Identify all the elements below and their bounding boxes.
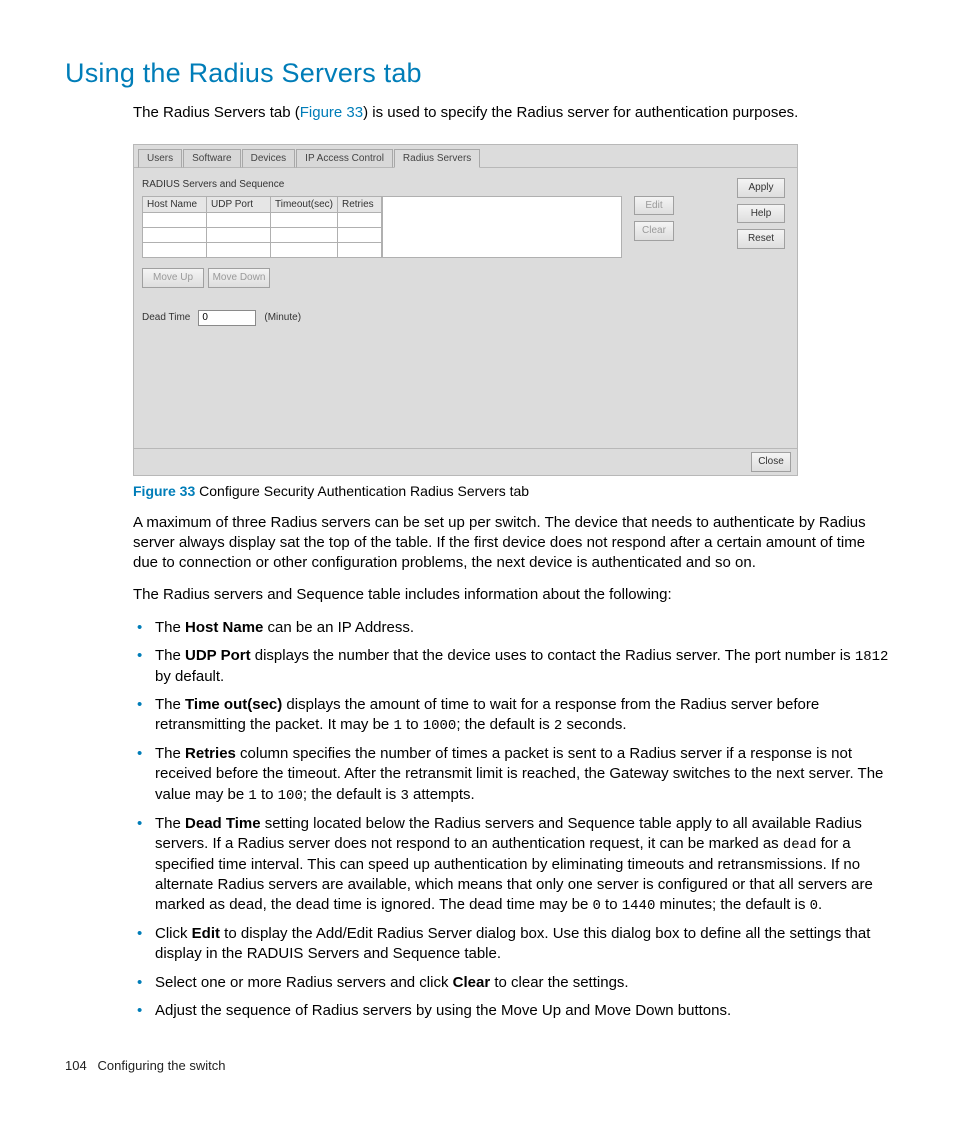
- section-heading: Using the Radius Servers tab: [65, 55, 889, 91]
- paragraph: The Radius servers and Sequence table in…: [65, 585, 889, 605]
- text: to display the Add/Edit Radius Server di…: [155, 925, 870, 962]
- table-row[interactable]: [143, 228, 382, 243]
- text: to clear the settings.: [490, 974, 628, 991]
- mono-value: 1440: [622, 898, 656, 914]
- list-item: Adjust the sequence of Radius servers by…: [133, 1001, 889, 1021]
- list-item: The UDP Port displays the number that th…: [133, 646, 889, 687]
- mono-value: 0: [592, 898, 600, 914]
- bold-term: Host Name: [185, 619, 263, 636]
- text: The: [155, 647, 185, 664]
- figure-caption: Figure 33 Configure Security Authenticat…: [133, 482, 889, 501]
- tab-ip-access-control[interactable]: IP Access Control: [296, 149, 393, 169]
- apply-button[interactable]: Apply: [737, 178, 785, 198]
- bold-term: UDP Port: [185, 647, 251, 664]
- text: Select one or more Radius servers and cl…: [155, 974, 453, 991]
- bullet-list: The Host Name can be an IP Address. The …: [65, 618, 889, 1021]
- col-retries: Retries: [337, 196, 381, 213]
- bold-term: Edit: [192, 925, 220, 942]
- table-row[interactable]: [143, 213, 382, 228]
- mono-value: 0: [810, 898, 818, 914]
- text: The: [155, 745, 185, 762]
- paragraph: A maximum of three Radius servers can be…: [65, 513, 889, 574]
- mono-value: 1000: [423, 718, 457, 734]
- list-item: The Dead Time setting located below the …: [133, 814, 889, 917]
- reset-button[interactable]: Reset: [737, 229, 785, 249]
- list-item: The Retries column specifies the number …: [133, 744, 889, 805]
- tab-software[interactable]: Software: [183, 149, 240, 169]
- mono-value: 3: [400, 788, 408, 804]
- tab-users[interactable]: Users: [138, 149, 182, 169]
- col-hostname: Host Name: [143, 196, 207, 213]
- clear-button[interactable]: Clear: [634, 221, 674, 241]
- deadtime-label: Dead Time: [142, 311, 190, 325]
- col-timeout: Timeout(sec): [271, 196, 338, 213]
- text: .: [818, 896, 822, 913]
- deadtime-unit: (Minute): [264, 311, 301, 325]
- text: seconds.: [562, 716, 626, 733]
- bold-term: Time out(sec): [185, 696, 282, 713]
- tab-bar: Users Software Devices IP Access Control…: [134, 145, 797, 169]
- close-button[interactable]: Close: [751, 452, 791, 472]
- table-row[interactable]: [143, 243, 382, 258]
- page-number: 104: [65, 1058, 87, 1073]
- tab-radius-servers[interactable]: Radius Servers: [394, 149, 480, 169]
- text: to: [601, 896, 622, 913]
- mono-value: 1: [393, 718, 401, 734]
- figure-ref-link[interactable]: Figure 33: [300, 104, 363, 121]
- list-item: Click Edit to display the Add/Edit Radiu…: [133, 924, 889, 965]
- text: ; the default is: [303, 786, 401, 803]
- text: ) is used to specify the Radius server f…: [363, 104, 798, 121]
- tab-devices[interactable]: Devices: [242, 149, 296, 169]
- edit-button[interactable]: Edit: [634, 196, 674, 216]
- intro-paragraph: The Radius Servers tab (Figure 33) is us…: [133, 103, 889, 123]
- movedown-button[interactable]: Move Down: [208, 268, 270, 288]
- bold-term: Retries: [185, 745, 236, 762]
- bold-term: Clear: [453, 974, 491, 991]
- text: can be an IP Address.: [263, 619, 414, 636]
- text: attempts.: [409, 786, 475, 803]
- figure-caption-text: Configure Security Authentication Radius…: [195, 483, 529, 499]
- text: The Radius Servers tab (: [133, 104, 300, 121]
- bold-term: Dead Time: [185, 815, 261, 832]
- col-udpport: UDP Port: [207, 196, 271, 213]
- text: The: [155, 815, 185, 832]
- radius-servers-panel: Users Software Devices IP Access Control…: [133, 144, 798, 476]
- text: displays the number that the device uses…: [251, 647, 855, 664]
- table-blank-area: [382, 196, 622, 259]
- mono-value: dead: [783, 837, 817, 853]
- text: Click: [155, 925, 192, 942]
- mono-value: 1812: [855, 649, 889, 665]
- text: minutes; the default is: [655, 896, 809, 913]
- text: Adjust the sequence of Radius servers by…: [155, 1002, 731, 1019]
- mono-value: 1: [248, 788, 256, 804]
- moveup-button[interactable]: Move Up: [142, 268, 204, 288]
- text: to: [257, 786, 278, 803]
- help-button[interactable]: Help: [737, 204, 785, 224]
- text: The: [155, 696, 185, 713]
- text: ; the default is: [456, 716, 554, 733]
- mono-value: 100: [278, 788, 303, 804]
- list-item: Select one or more Radius servers and cl…: [133, 973, 889, 993]
- text: The: [155, 619, 185, 636]
- figure-number: Figure 33: [133, 483, 195, 499]
- list-item: The Time out(sec) displays the amount of…: [133, 695, 889, 736]
- text: by default.: [155, 668, 224, 685]
- text: to: [402, 716, 423, 733]
- page-footer: 104 Configuring the switch: [65, 1057, 889, 1075]
- groupbox-title: RADIUS Servers and Sequence: [142, 178, 729, 192]
- footer-section: Configuring the switch: [98, 1058, 226, 1073]
- radius-servers-table[interactable]: Host Name UDP Port Timeout(sec) Retries: [142, 196, 382, 259]
- text: setting located below the Radius servers…: [155, 815, 862, 852]
- list-item: The Host Name can be an IP Address.: [133, 618, 889, 638]
- deadtime-input[interactable]: [198, 310, 256, 326]
